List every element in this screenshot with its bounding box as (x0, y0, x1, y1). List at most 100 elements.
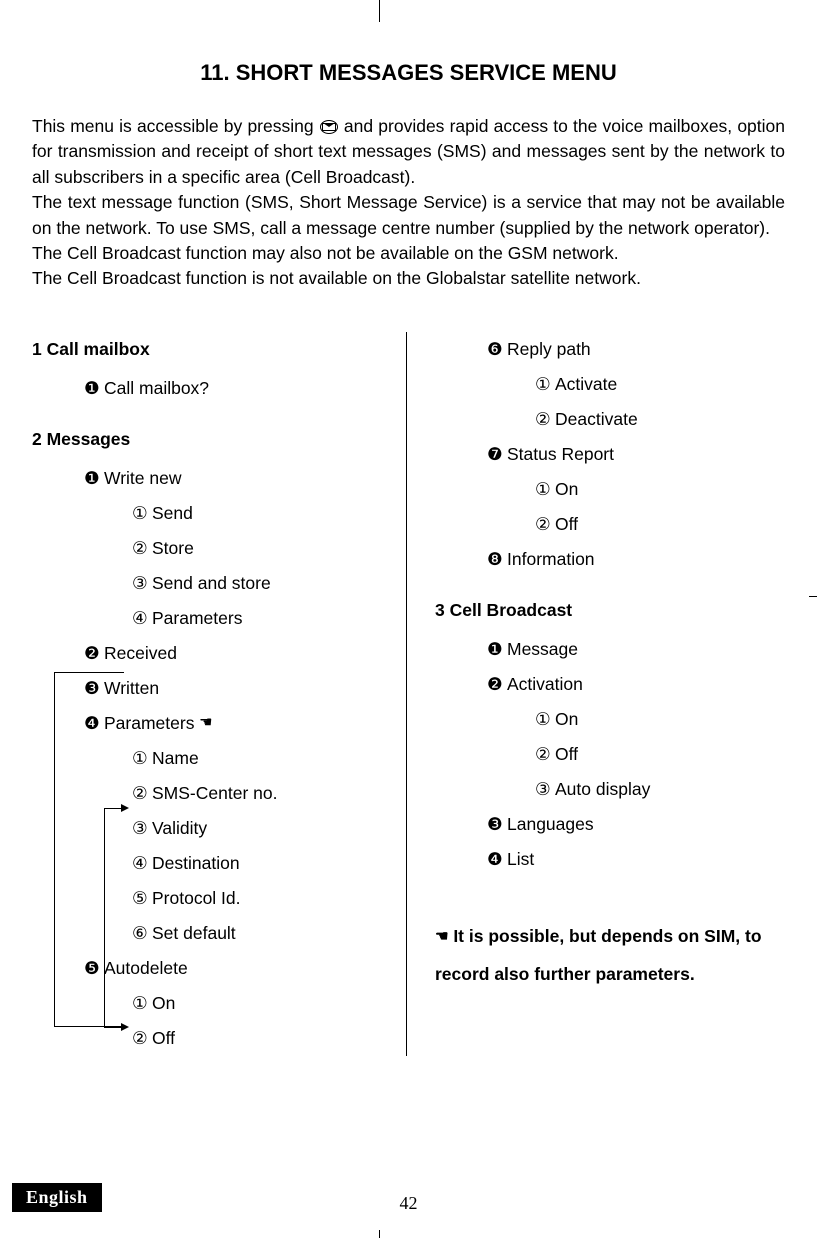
intro-p1a: This menu is accessible by pressing (32, 116, 319, 136)
bullet-icon: ① (132, 741, 152, 776)
bullet-icon: ① (535, 702, 555, 737)
item-label: Write new (104, 468, 181, 488)
bullet-icon: ② (535, 507, 555, 542)
item-label: Call mailbox? (104, 378, 209, 398)
menu-item: ④Parameters (32, 601, 382, 636)
menu-item: ❹List (435, 842, 785, 877)
item-label: Parameters (152, 608, 242, 628)
bullet-icon: ❶ (487, 632, 507, 667)
menu-item: ❶Write new (32, 461, 382, 496)
item-label: Deactivate (555, 409, 638, 429)
menu-item: ❶Call mailbox? (32, 371, 382, 406)
bullet-icon: ② (535, 402, 555, 437)
item-label: Languages (507, 814, 594, 834)
bullet-icon: ❷ (84, 636, 104, 671)
bullet-icon: ③ (132, 811, 152, 846)
bullet-icon: ④ (132, 846, 152, 881)
bullet-icon: ④ (132, 601, 152, 636)
envelope-icon (320, 120, 338, 134)
bullet-icon: ③ (535, 772, 555, 807)
item-label: On (555, 479, 578, 499)
bullet-icon: ❶ (84, 461, 104, 496)
item-label: Validity (152, 818, 207, 838)
menu-item: ❸Languages (435, 807, 785, 842)
section-2-head: 2 Messages (32, 422, 382, 457)
item-label: Off (555, 744, 578, 764)
crop-mark-top (379, 0, 380, 22)
menu-item: ②Off (435, 737, 785, 772)
item-label: Information (507, 549, 595, 569)
arrow-icon (121, 1023, 129, 1031)
bullet-icon: ⑤ (132, 881, 152, 916)
item-label: Off (555, 514, 578, 534)
menu-columns: 1 Call mailbox ❶Call mailbox? 2 Messages… (32, 332, 785, 1056)
crop-mark-right (809, 596, 817, 597)
item-label: Store (152, 538, 194, 558)
bullet-icon: ② (132, 531, 152, 566)
item-label: Set default (152, 923, 236, 943)
section-3-head: 3 Cell Broadcast (435, 593, 785, 628)
menu-item: ①Activate (435, 367, 785, 402)
bullet-icon: ① (132, 496, 152, 531)
item-label: Send (152, 503, 193, 523)
bullet-icon: ① (535, 472, 555, 507)
bullet-icon: ② (132, 776, 152, 811)
intro-paragraph-4: The Cell Broadcast function is not avail… (32, 266, 785, 291)
item-label: On (555, 709, 578, 729)
item-label: Message (507, 639, 578, 659)
menu-item: ③Send and store (32, 566, 382, 601)
intro-paragraph-3: The Cell Broadcast function may also not… (32, 241, 785, 266)
bullet-icon: ① (132, 986, 152, 1021)
menu-item: ❼Status Report (435, 437, 785, 472)
bullet-icon: ② (132, 1021, 152, 1056)
menu-item: ③Auto display (435, 772, 785, 807)
page-number: 42 (400, 1193, 418, 1214)
connector-line (54, 672, 124, 1027)
item-label: Reply path (507, 339, 591, 359)
menu-item: ❽Information (435, 542, 785, 577)
item-label: Protocol Id. (152, 888, 241, 908)
bullet-icon: ③ (132, 566, 152, 601)
hand-icon: ☛ (435, 920, 448, 953)
item-label: Destination (152, 853, 240, 873)
menu-item: ❷Activation (435, 667, 785, 702)
item-label: Auto display (555, 779, 650, 799)
bullet-icon: ❽ (487, 542, 507, 577)
menu-item: ②Store (32, 531, 382, 566)
bullet-icon: ❸ (487, 807, 507, 842)
section-1-head: 1 Call mailbox (32, 332, 382, 367)
menu-item: ①On (435, 702, 785, 737)
bullet-icon: ❼ (487, 437, 507, 472)
intro-paragraph-2: The text message function (SMS, Short Me… (32, 190, 785, 241)
bullet-icon: ❷ (487, 667, 507, 702)
language-tab: English (12, 1183, 102, 1212)
hand-icon: ☛ (199, 708, 212, 738)
menu-item: ②Off (435, 507, 785, 542)
menu-item: ❷Received (32, 636, 382, 671)
connector-line (104, 808, 105, 1028)
left-column: 1 Call mailbox ❶Call mailbox? 2 Messages… (32, 332, 406, 1056)
item-label: Activate (555, 374, 617, 394)
item-label: SMS-Center no. (152, 783, 277, 803)
intro-paragraph-1: This menu is accessible by pressing and … (32, 114, 785, 190)
footnote-text: It is possible, but depends on SIM, to r… (435, 926, 762, 985)
footnote: ☛ It is possible, but depends on SIM, to… (435, 917, 785, 994)
item-label: Send and store (152, 573, 271, 593)
bullet-icon: ② (535, 737, 555, 772)
item-label: Status Report (507, 444, 614, 464)
item-label: Off (152, 1028, 175, 1048)
item-label: On (152, 993, 175, 1013)
menu-item: ❻Reply path (435, 332, 785, 367)
item-label: Activation (507, 674, 583, 694)
item-label: Name (152, 748, 199, 768)
bullet-icon: ① (535, 367, 555, 402)
crop-mark-bottom (379, 1230, 380, 1238)
bullet-icon: ❹ (487, 842, 507, 877)
bullet-icon: ⑥ (132, 916, 152, 951)
intro-block: This menu is accessible by pressing and … (32, 114, 785, 292)
item-label: List (507, 849, 534, 869)
menu-item: ①Send (32, 496, 382, 531)
page-title: 11. SHORT MESSAGES SERVICE MENU (32, 60, 785, 86)
menu-item: ①On (435, 472, 785, 507)
item-label: Received (104, 643, 177, 663)
